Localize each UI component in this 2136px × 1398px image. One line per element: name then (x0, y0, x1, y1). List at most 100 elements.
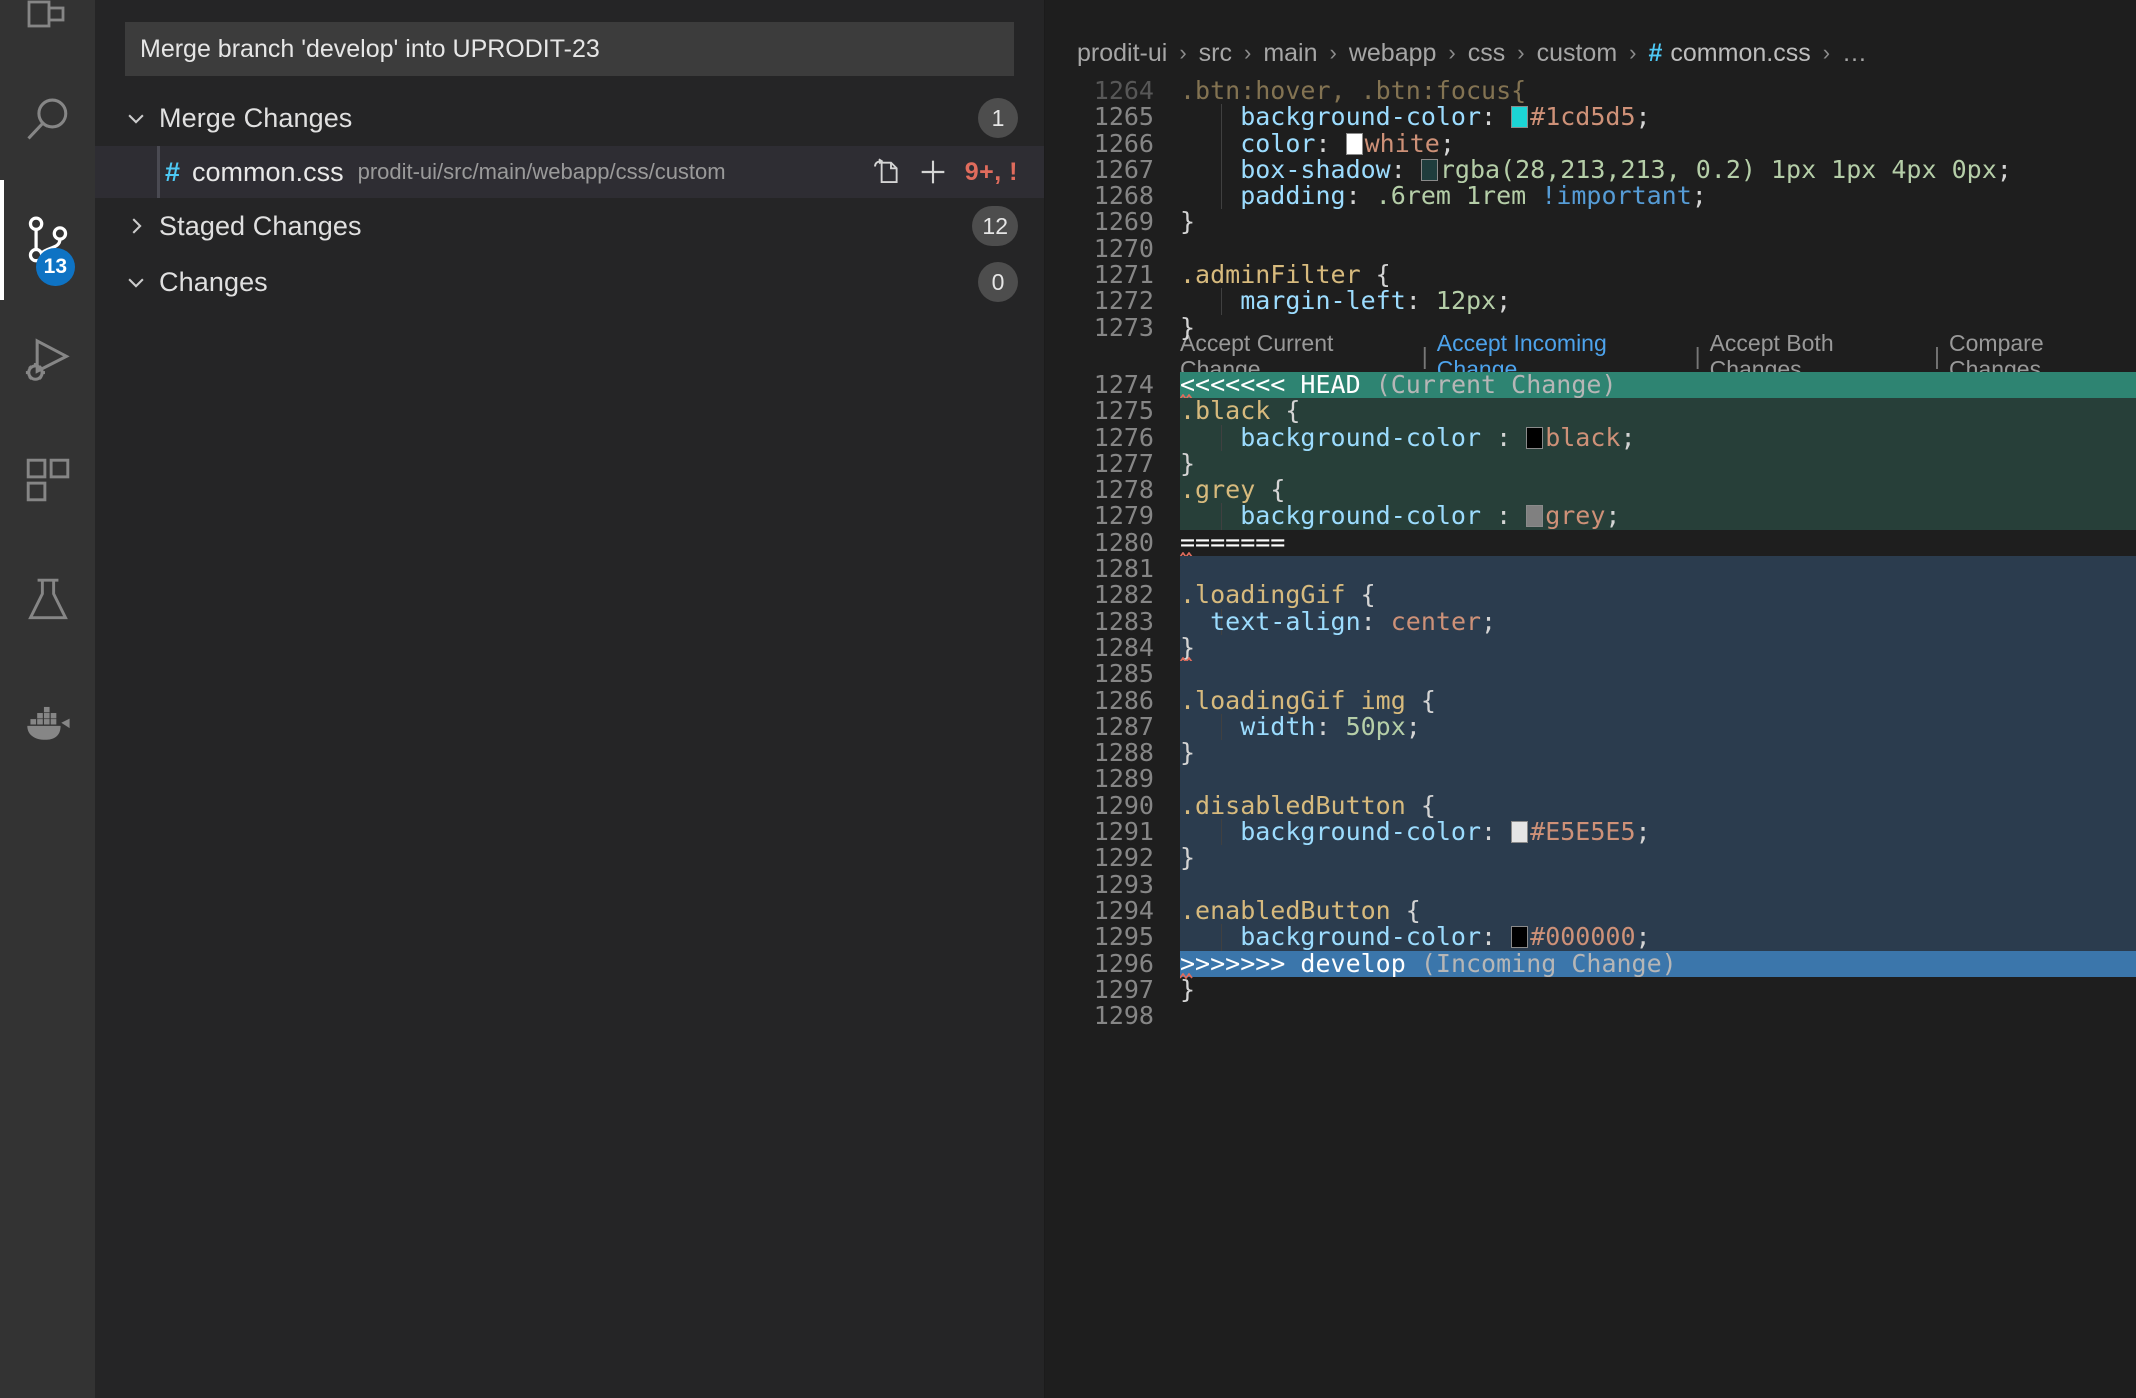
breadcrumb-item-file[interactable]: # common.css (1648, 39, 1810, 68)
code-token: background-color (1180, 102, 1482, 132)
chevron-down-icon (123, 107, 149, 129)
vscode-window: 13 Merge branch 'develop' into UPRODIT-2… (0, 0, 2136, 1398)
code-token: 50px (1330, 711, 1406, 741)
activity-item-docker[interactable] (0, 660, 95, 780)
code-token: : (1481, 817, 1497, 847)
source-control-badge: 13 (35, 248, 75, 286)
breadcrumb-item-css[interactable]: css (1468, 39, 1506, 68)
code-token: ; (1635, 817, 1651, 847)
code-token: : (1481, 102, 1497, 132)
breadcrumb[interactable]: prodit-ui › src › main › webapp › css › custom › # co… (1045, 28, 2136, 78)
activity-item-source-control[interactable]: 13 (0, 180, 95, 300)
code-line: 1275 .black { (1045, 397, 2136, 425)
color-swatch-icon (1511, 821, 1529, 844)
line-number: 1278 (1093, 475, 1154, 505)
line-number: 1271 (1093, 260, 1154, 290)
code-token: } (1180, 207, 1196, 237)
code-line: 1269} (1045, 207, 2136, 237)
section-changes[interactable]: Changes 0 (95, 254, 1044, 310)
line-number: 1265 (1093, 102, 1154, 132)
code-line: 1277} (1045, 450, 2136, 478)
code-token: { (1345, 580, 1376, 610)
activity-item-search[interactable] (0, 60, 95, 180)
code-token: : (1360, 606, 1376, 636)
code-line-content: .enabledButton { (1180, 897, 2136, 925)
code-line-content: } (1180, 843, 2136, 873)
breadcrumb-item-prodit-ui[interactable]: prodit-ui (1077, 39, 1167, 68)
code-token: background-color (1180, 422, 1497, 452)
code-token: : (1315, 711, 1331, 741)
code-token: margin-left (1180, 286, 1406, 316)
line-number: 1291 (1093, 817, 1154, 847)
scm-file-row-common-css[interactable]: # common.css prodit-ui/src/main/webapp/c… (95, 146, 1044, 198)
code-token: width (1180, 711, 1316, 741)
code-token: box-shadow (1180, 154, 1391, 184)
code-line-content: .grey { (1180, 477, 2136, 504)
codelens-divider: | (1934, 343, 1941, 370)
code-token: } (1180, 738, 1196, 768)
section-label-merge-changes: Merge Changes (159, 102, 353, 133)
code-token: white (1364, 128, 1440, 158)
code-line-content: } (1180, 738, 2136, 768)
line-number: 1294 (1093, 895, 1154, 925)
code-line: 1291 background-color: #E5E5E5; (1045, 817, 2136, 847)
line-number: 1266 (1093, 128, 1154, 158)
code-token: (Current Change) (1375, 369, 1617, 399)
code-token: } (1180, 974, 1196, 1004)
section-label-changes: Changes (159, 266, 268, 297)
section-staged-changes[interactable]: Staged Changes 12 (95, 198, 1044, 254)
breadcrumb-item-more[interactable]: … (1842, 39, 1867, 68)
breadcrumb-item-src[interactable]: src (1199, 39, 1232, 68)
code-line: 1296 >>>>>>> develop (Incoming Change) (1045, 948, 2136, 979)
chevron-right-icon (123, 215, 149, 237)
activity-item-extensions[interactable] (0, 420, 95, 540)
breadcrumb-separator-icon: › (1629, 40, 1637, 65)
activity-item-explorer[interactable] (0, 0, 95, 60)
code-token: : (1481, 922, 1497, 952)
section-merge-changes[interactable]: Merge Changes 1 (95, 90, 1044, 146)
code-line-content: .disabledButton { (1180, 792, 2136, 820)
editor-tab-bar (1045, 0, 2136, 28)
code-token: } (1180, 843, 1196, 873)
breadcrumb-item-webapp[interactable]: webapp (1349, 39, 1437, 68)
breadcrumb-separator-icon: › (1243, 40, 1252, 65)
code-line-content: >>>>>>> develop (Incoming Change) (1180, 950, 2136, 979)
code-line-content: } (1180, 314, 2136, 341)
code-token: !important (1541, 181, 1692, 211)
code-line: 1287 width: 50px; (1045, 711, 2136, 741)
code-line: 1278 .grey { (1045, 475, 2136, 505)
tab-bar-filler (1046, 0, 2136, 28)
breadcrumb-item-main[interactable]: main (1263, 39, 1317, 68)
stage-changes-icon[interactable] (917, 156, 949, 188)
code-token: .6rem 1rem (1360, 181, 1542, 211)
activity-item-run-and-debug[interactable] (0, 300, 95, 420)
code-line: 1276 background-color : black; (1045, 422, 2136, 452)
code-token: #000000 (1530, 922, 1636, 952)
code-line-content: background-color: #E5E5E5; (1180, 817, 2136, 847)
code-line-content: .loadingGif { (1180, 580, 2136, 610)
code-token: : (1405, 286, 1421, 316)
commit-message-input[interactable] (125, 22, 1014, 76)
discard-changes-icon[interactable] (871, 157, 901, 187)
code-line-content: } (1180, 974, 2136, 1004)
breadcrumb-item-custom[interactable]: custom (1537, 39, 1618, 68)
code-editor[interactable]: 1264 .btn:hover, .btn:focus{1265 backgrou… (1045, 78, 2136, 1398)
code-token: rgba(28,213,213, 0.2) 1px 1px 4px 0px (1439, 154, 1997, 184)
code-token: ; (1496, 286, 1512, 316)
code-line-content: text-align: center; (1180, 606, 2136, 636)
code-token: ; (1996, 154, 2012, 184)
code-line: 1265 background-color: #1cd5d5; (1045, 102, 2136, 132)
code-line: 1298 (1045, 1002, 2136, 1029)
breadcrumb-separator-icon: › (1822, 40, 1831, 65)
code-line-content: .loadingGif img { (1180, 687, 2136, 714)
code-token: text-align (1180, 606, 1361, 636)
code-line-content: width: 50px; (1180, 711, 2136, 741)
code-token: black (1545, 422, 1621, 452)
code-line-content: .btn:hover, .btn:focus{ (1180, 78, 2136, 104)
activity-item-testing[interactable] (0, 540, 95, 660)
line-number: 1296 (1093, 948, 1154, 978)
color-swatch-icon (1526, 505, 1544, 528)
